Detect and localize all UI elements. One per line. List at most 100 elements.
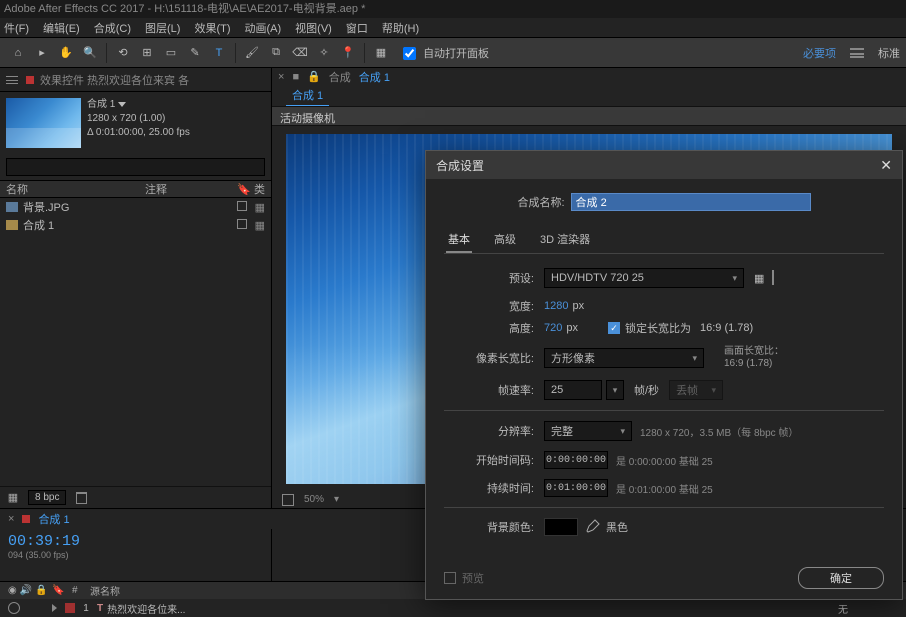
text-layer-icon: T bbox=[97, 603, 103, 614]
resolution-info: 1280 x 720，3.5 MB（每 8bpc 帧） bbox=[640, 424, 798, 439]
workspace-essential[interactable]: 必要项 bbox=[803, 45, 836, 61]
resolution-select[interactable]: 完整▾ bbox=[544, 421, 632, 441]
menu-edit[interactable]: 编辑(E) bbox=[43, 20, 80, 36]
rect-tool-icon[interactable]: ▭ bbox=[160, 42, 182, 64]
project-item[interactable]: 背景.JPG ▦ bbox=[0, 198, 271, 216]
interpret-footage-icon[interactable]: ▦ bbox=[6, 491, 20, 505]
viewer-lock-icon[interactable]: 🔒 bbox=[307, 70, 321, 83]
layer-label-swatch[interactable] bbox=[65, 603, 75, 613]
comp-file-icon bbox=[6, 220, 18, 230]
layer-visibility-icon[interactable] bbox=[8, 602, 20, 614]
dialog-tabs: 基本 高级 3D 渲染器 bbox=[444, 227, 884, 254]
menu-animation[interactable]: 动画(A) bbox=[245, 20, 282, 36]
project-search-input[interactable] bbox=[6, 158, 265, 176]
lock-column-icon[interactable]: 🔒 bbox=[35, 585, 47, 596]
preview-check[interactable]: 预览 bbox=[444, 570, 484, 586]
viewer-camera-label[interactable]: 活动摄像机 bbox=[272, 106, 906, 126]
tab-basic[interactable]: 基本 bbox=[446, 227, 472, 253]
type-tool-icon[interactable]: T bbox=[208, 42, 230, 64]
effect-controls-tab[interactable]: 效果控件 热烈欢迎各位来宾 各 bbox=[40, 72, 189, 88]
timeline-timecode-area: 00:39:19 094 (35.00 fps) bbox=[0, 529, 272, 581]
workspace-standard[interactable]: 标准 bbox=[878, 45, 900, 61]
label-column-icon[interactable]: 🔖 bbox=[52, 585, 72, 596]
panel-menu-icon[interactable] bbox=[6, 76, 18, 84]
menu-effect[interactable]: 效果(T) bbox=[194, 20, 230, 36]
layer-expand-icon[interactable] bbox=[52, 604, 57, 612]
label-swatch[interactable] bbox=[237, 201, 247, 211]
project-bpc-select[interactable]: 8 bpc bbox=[28, 490, 66, 505]
viewer-close-icon[interactable]: × bbox=[278, 71, 284, 83]
pen-tool-icon[interactable]: ✎ bbox=[184, 42, 206, 64]
ok-button[interactable]: 确定 bbox=[798, 567, 884, 589]
project-list[interactable]: 背景.JPG ▦ 合成 1 ▦ bbox=[0, 198, 271, 486]
duration-input[interactable]: 0:01:00:00 bbox=[544, 479, 608, 497]
tab-advanced[interactable]: 高级 bbox=[492, 227, 518, 253]
orbit-tool-icon[interactable]: ⟲ bbox=[112, 42, 134, 64]
home-icon[interactable]: ⌂ bbox=[7, 42, 29, 64]
delete-icon[interactable] bbox=[74, 491, 88, 505]
viewer-zoom[interactable]: 50% bbox=[304, 494, 324, 505]
duration-label: 持续时间: bbox=[444, 480, 534, 496]
timeline-timecode[interactable]: 00:39:19 bbox=[8, 533, 263, 550]
workspace-menu-icon[interactable] bbox=[850, 48, 864, 58]
hand-tool-icon[interactable]: ✋ bbox=[55, 42, 77, 64]
fps-input[interactable]: 25 bbox=[544, 380, 602, 400]
timeline-close-icon[interactable]: × bbox=[8, 513, 14, 525]
pan-behind-tool-icon[interactable]: ⊞ bbox=[136, 42, 158, 64]
project-thumbnail bbox=[6, 98, 81, 148]
project-item[interactable]: 合成 1 ▦ bbox=[0, 216, 271, 234]
col-comment[interactable]: 注释 bbox=[145, 181, 235, 197]
auto-open-panel-check[interactable]: 自动打开面板 bbox=[403, 45, 489, 61]
menu-composition[interactable]: 合成(C) bbox=[94, 20, 131, 36]
eraser-tool-icon[interactable]: ⌫ bbox=[289, 42, 311, 64]
eye-column-icon[interactable]: ◉ bbox=[8, 585, 17, 596]
viewer-tab-name[interactable]: 合成 1 bbox=[359, 69, 390, 85]
menu-file[interactable]: 件(F) bbox=[4, 20, 29, 36]
delete-preset-icon[interactable] bbox=[772, 272, 774, 284]
par-select[interactable]: 方形像素▾ bbox=[544, 348, 704, 368]
menu-help[interactable]: 帮助(H) bbox=[382, 20, 419, 36]
puppet-tool-icon[interactable]: 📍 bbox=[337, 42, 359, 64]
label-swatch[interactable] bbox=[237, 219, 247, 229]
auto-open-panel-checkbox[interactable] bbox=[403, 47, 416, 60]
eyedropper-icon[interactable] bbox=[584, 519, 600, 535]
bg-color-swatch[interactable] bbox=[544, 518, 578, 536]
viewer-tab-comp[interactable]: 合成 bbox=[329, 69, 351, 85]
resolution-label: 分辨率: bbox=[444, 423, 534, 439]
dropframe-select: 丢帧▾ bbox=[669, 380, 723, 400]
zoom-tool-icon[interactable]: 🔍 bbox=[79, 42, 101, 64]
selection-tool-icon[interactable]: ▸ bbox=[31, 42, 53, 64]
lock-aspect-check[interactable]: ✓ 锁定长宽比为 16:9 (1.78) bbox=[608, 320, 753, 336]
timeline-tab[interactable]: 合成 1 bbox=[38, 511, 69, 527]
col-name[interactable]: 名称 bbox=[6, 181, 145, 197]
checkbox-icon[interactable] bbox=[444, 572, 456, 584]
roto-tool-icon[interactable]: ✧ bbox=[313, 42, 335, 64]
viewer-res-icon[interactable]: ▾ bbox=[334, 494, 339, 505]
height-input[interactable]: 720 bbox=[544, 322, 562, 334]
width-input[interactable]: 1280 bbox=[544, 300, 568, 312]
viewer-square-icon[interactable]: ■ bbox=[292, 71, 299, 83]
menu-layer[interactable]: 图层(L) bbox=[145, 20, 180, 36]
menu-view[interactable]: 视图(V) bbox=[295, 20, 332, 36]
tab-3d-renderer[interactable]: 3D 渲染器 bbox=[538, 227, 592, 253]
toolbar: ⌂ ▸ ✋ 🔍 ⟲ ⊞ ▭ ✎ T 🖌 ⧉ ⌫ ✧ 📍 ▦ 自动打开面板 必要项… bbox=[0, 38, 906, 68]
close-icon[interactable]: ✕ bbox=[880, 157, 892, 174]
grid-icon[interactable]: ▦ bbox=[370, 42, 392, 64]
brush-tool-icon[interactable]: 🖌 bbox=[241, 42, 263, 64]
layer-name[interactable]: 热烈欢迎各位来... bbox=[107, 601, 838, 616]
viewer-subtab-comp[interactable]: 合成 1 bbox=[286, 85, 329, 107]
layer-parent[interactable]: 无 bbox=[838, 601, 898, 616]
col-tag-icon[interactable]: 🔖 bbox=[237, 184, 251, 196]
save-preset-icon[interactable]: ▦ bbox=[754, 272, 764, 285]
clone-tool-icon[interactable]: ⧉ bbox=[265, 42, 287, 64]
comp-name-input[interactable] bbox=[571, 193, 811, 211]
col-type[interactable]: 类 bbox=[254, 184, 265, 196]
audio-column-icon[interactable]: 🔊 bbox=[20, 585, 32, 596]
start-timecode-input[interactable]: 0:00:00:00 bbox=[544, 451, 608, 469]
checkbox-checked-icon[interactable]: ✓ bbox=[608, 322, 620, 334]
dialog-titlebar[interactable]: 合成设置 ✕ bbox=[426, 151, 902, 179]
preset-select[interactable]: HDV/HDTV 720 25▾ bbox=[544, 268, 744, 288]
menu-window[interactable]: 窗口 bbox=[346, 20, 368, 36]
fps-dropdown-icon[interactable]: ▾ bbox=[606, 380, 624, 400]
dropdown-icon[interactable] bbox=[118, 102, 126, 107]
